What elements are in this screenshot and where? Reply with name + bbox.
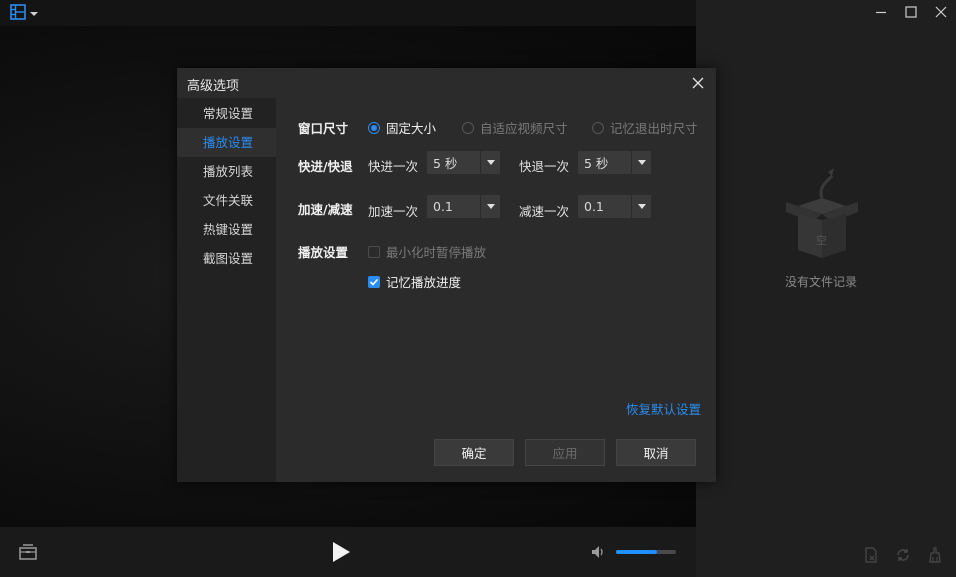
caret-down-icon (631, 195, 651, 218)
playback-label: 播放设置 (298, 245, 349, 260)
forward-step-select[interactable]: 5 秒 (427, 151, 500, 174)
nav-item-playlist[interactable]: 播放列表 (177, 157, 276, 186)
pause-on-minimize-checkbox[interactable]: 最小化时暂停播放 (368, 242, 486, 261)
maximize-icon (905, 5, 917, 21)
caret-down-icon (30, 6, 38, 20)
empty-box-illustration: 空 (782, 168, 862, 260)
radio-label: 自适应视频尺寸 (480, 121, 568, 136)
speed-up-label: 加速一次 (368, 204, 419, 219)
minimize-icon (875, 6, 887, 21)
volume-slider[interactable] (616, 550, 676, 554)
film-strip-icon (10, 3, 26, 23)
checkbox-label: 最小化时暂停播放 (386, 245, 487, 260)
empty-playlist-text: 没有文件记录 (784, 275, 857, 289)
caret-down-icon (480, 151, 500, 174)
select-value: 0.1 (584, 199, 604, 214)
close-icon (935, 6, 947, 21)
radio-label: 记忆退出时尺寸 (610, 121, 698, 136)
backward-step-label: 快退一次 (519, 159, 570, 174)
nav-item-screenshot[interactable]: 截图设置 (177, 244, 276, 273)
nav-item-general[interactable]: 常规设置 (177, 99, 276, 128)
delete-file-icon (863, 546, 879, 566)
window-size-label: 窗口尺寸 (298, 121, 349, 136)
restore-defaults-link[interactable]: 恢复默认设置 (626, 399, 701, 418)
app-menu-button[interactable] (10, 3, 42, 23)
delete-file-button[interactable] (862, 546, 880, 566)
dialog-close-button[interactable] (690, 75, 706, 91)
ok-button[interactable]: 确定 (434, 439, 514, 466)
dialog-title: 高级选项 (187, 79, 240, 94)
seek-label: 快进/快退 (298, 159, 353, 174)
player-window: 空 没有文件记录 高级选项 常规设置 播放设置 播放列表 文件关联 热键设置 截… (0, 0, 956, 577)
media-library-icon (18, 544, 38, 564)
radio-indicator (462, 121, 474, 134)
speaker-icon (590, 546, 606, 563)
maximize-button[interactable] (896, 0, 926, 26)
advanced-options-dialog: 高级选项 常规设置 播放设置 播放列表 文件关联 热键设置 截图设置 窗口尺寸 … (177, 68, 716, 482)
volume-button[interactable] (590, 544, 606, 560)
dialog-header: 高级选项 (177, 68, 716, 98)
nav-item-hotkeys[interactable]: 热键设置 (177, 215, 276, 244)
settings-nav: 常规设置 播放设置 播放列表 文件关联 热键设置 截图设置 (177, 98, 276, 482)
checkbox-indicator (368, 245, 380, 258)
clean-button[interactable] (926, 546, 944, 566)
playlist-panel: 空 没有文件记录 (696, 0, 956, 577)
select-value: 5 秒 (433, 156, 458, 171)
close-window-button[interactable] (926, 0, 956, 26)
radio-fixed-size[interactable]: 固定大小 (368, 118, 436, 137)
checkbox-indicator (368, 275, 380, 288)
media-library-button[interactable] (18, 543, 38, 561)
radio-indicator (592, 121, 604, 134)
radio-adaptive-size[interactable]: 自适应视频尺寸 (462, 118, 568, 137)
speed-label: 加速/减速 (298, 202, 353, 217)
select-value: 0.1 (433, 199, 453, 214)
window-controls (866, 0, 956, 26)
backward-step-select[interactable]: 5 秒 (578, 151, 651, 174)
caret-down-icon (631, 151, 651, 174)
volume-level (616, 550, 657, 554)
speed-down-select[interactable]: 0.1 (578, 195, 651, 218)
minimize-button[interactable] (866, 0, 896, 26)
loop-icon (895, 547, 911, 566)
play-icon (330, 542, 352, 567)
control-bar (0, 527, 696, 577)
checkbox-label: 记忆播放进度 (386, 275, 462, 290)
settings-panel: 窗口尺寸 固定大小 自适应视频尺寸 记忆退出时尺寸 快进/快退 快进一次 5 秒… (276, 98, 716, 482)
select-value: 5 秒 (584, 156, 609, 171)
apply-button[interactable]: 应用 (525, 439, 605, 466)
play-button[interactable] (330, 540, 352, 564)
clean-icon (927, 546, 943, 566)
caret-down-icon (480, 195, 500, 218)
playlist-toolbar (862, 546, 944, 566)
remember-progress-checkbox[interactable]: 记忆播放进度 (368, 272, 461, 291)
radio-indicator (368, 121, 380, 134)
nav-item-playback[interactable]: 播放设置 (177, 128, 276, 157)
loop-button[interactable] (894, 547, 912, 565)
forward-step-label: 快进一次 (368, 159, 419, 174)
radio-label: 固定大小 (386, 121, 437, 136)
cancel-button[interactable]: 取消 (616, 439, 696, 466)
speed-up-select[interactable]: 0.1 (427, 195, 500, 218)
close-icon (690, 77, 706, 94)
empty-box-label: 空 (816, 234, 827, 247)
speed-down-label: 减速一次 (519, 204, 570, 219)
radio-remember-size[interactable]: 记忆退出时尺寸 (592, 118, 698, 137)
nav-item-file-association[interactable]: 文件关联 (177, 186, 276, 215)
